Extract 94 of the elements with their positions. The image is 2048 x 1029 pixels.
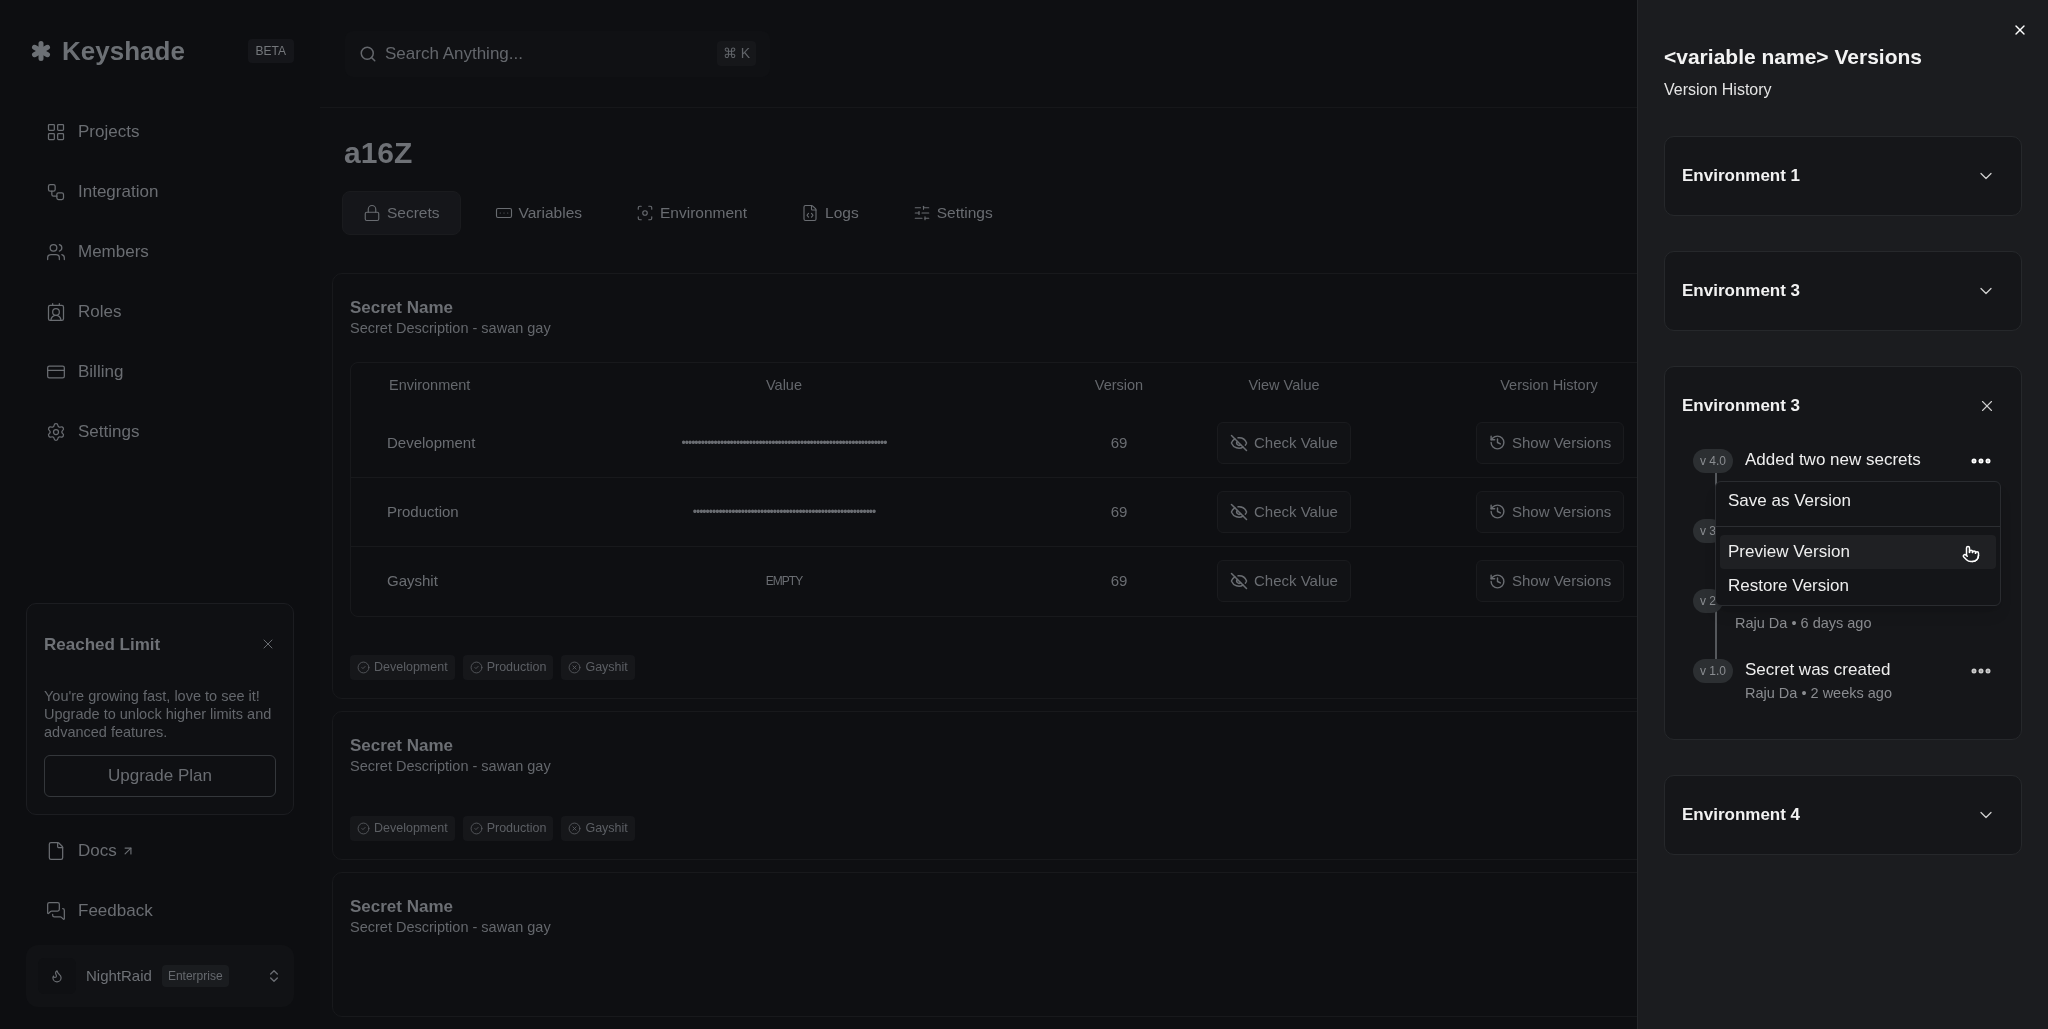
secret-name: Secret Name (350, 896, 454, 917)
eye-off-icon (1230, 502, 1249, 521)
nav-item[interactable]: Settings (26, 402, 294, 462)
accordion-header[interactable]: Environment 3 (1665, 252, 2021, 330)
sliders-icon (912, 204, 931, 222)
limit-title: Reached Limit (44, 633, 161, 656)
workspace-name: NightRaid (86, 965, 152, 986)
accordion-header[interactable]: Environment 3 (1665, 367, 2021, 445)
sheet-subtitle: Version History (1664, 80, 1773, 100)
tab[interactable]: Logs (781, 191, 879, 235)
flame-icon (50, 969, 64, 983)
version-title: Secret was created (1745, 659, 1892, 681)
table-cell-text: EMPTY (765, 573, 803, 591)
table-cell-text: 69 (1110, 571, 1128, 591)
version-meta: Raju Da • 2 weeks ago (1745, 684, 1893, 703)
nav-item[interactable]: Projects (26, 102, 294, 162)
secret-description: Secret Description - sawan gay (350, 756, 552, 776)
menu-item[interactable]: Restore Version (1720, 569, 1996, 603)
upgrade-plan-button[interactable]: Upgrade Plan (44, 755, 276, 797)
workflow-icon (46, 182, 66, 202)
environment-name: Environment 3 (1682, 280, 1801, 303)
environment-tag: Gayshit (561, 654, 635, 680)
environment-icon (636, 204, 655, 222)
settings-icon (46, 422, 66, 442)
environment-tag: Production (462, 815, 554, 841)
table-cell-text: Gayshit (386, 571, 439, 591)
history-icon (1489, 572, 1506, 590)
menu-item[interactable]: Preview Version (1720, 535, 1996, 569)
tab[interactable]: Secrets (342, 191, 461, 235)
nav-item[interactable]: Members (26, 222, 294, 282)
app-logo: Keyshade (62, 34, 185, 68)
sheet-title: <variable name> Versions (1664, 44, 1923, 70)
eye-off-icon (1230, 572, 1249, 591)
tab[interactable]: Settings (892, 191, 1013, 235)
environment-tag: Production (462, 654, 554, 680)
nav-item[interactable]: Integration (26, 162, 294, 222)
check-value-button[interactable]: Check Value (1217, 490, 1351, 533)
environment-name: Environment 3 (1682, 395, 1801, 418)
history-icon (1489, 434, 1506, 452)
tab[interactable]: Variables (474, 191, 603, 235)
show-versions-button[interactable]: Show Versions (1476, 560, 1625, 603)
nav-item[interactable]: Billing (26, 342, 294, 402)
grid-icon (46, 122, 66, 142)
environment-name: Environment 4 (1682, 804, 1801, 827)
show-versions-button[interactable]: Show Versions (1476, 421, 1625, 464)
table-cell-text: 69 (1110, 432, 1128, 453)
chat-icon (46, 901, 66, 921)
search-placeholder: Search Anything... (385, 42, 524, 65)
show-versions-button[interactable]: Show Versions (1476, 490, 1625, 533)
secret-name: Secret Name (350, 298, 454, 318)
workspace-switcher[interactable]: NightRaid Enterprise (26, 945, 294, 1007)
user-badge-icon (46, 302, 66, 322)
hand-cursor-icon (1962, 545, 1980, 563)
history-icon (1489, 503, 1506, 521)
environment-name: Environment 1 (1682, 165, 1801, 188)
nav-item[interactable]: Docs (26, 821, 294, 881)
table-cell-text: Development (386, 432, 477, 453)
table-cell-text: Production (386, 501, 460, 522)
version-title: Added two new secrets (1745, 449, 1922, 471)
version-badge: v 1.0 (1693, 659, 1733, 683)
column-header: Environment (388, 375, 472, 395)
version-meta: Raju Da • 6 days ago (1735, 614, 1873, 633)
plan-label: Enterprise (161, 965, 229, 987)
menu-item[interactable]: Save as Version (1720, 484, 1996, 518)
nav-item[interactable]: Roles (26, 282, 294, 342)
tab[interactable]: Environment (616, 191, 768, 235)
users-icon (46, 242, 66, 262)
nav-item[interactable]: Feedback (26, 881, 294, 941)
accordion-header[interactable]: Environment 1 (1665, 137, 2021, 215)
column-header: Value (766, 375, 802, 395)
table-cell-text: ••••••••••••••••••••••••••••••••••••••••••••••••••••••••• (692, 503, 876, 521)
check-value-button[interactable]: Check Value (1217, 421, 1351, 464)
eye-off-icon (1230, 433, 1249, 452)
table-cell-text: 69 (1110, 501, 1128, 522)
secret-description: Secret Description - sawan gay (350, 319, 552, 338)
secret-description: Secret Description - sawan gay (350, 917, 552, 937)
shortcut-key: ⌘ K (716, 41, 756, 66)
lock-icon (363, 204, 381, 222)
secret-name: Secret Name (350, 735, 454, 756)
environment-tag: Development (350, 815, 455, 841)
limit-message: You're growing fast, love to see it! Upgrade to unlock higher limits and advanced features. (44, 687, 273, 741)
table-cell-text: •••••••••••••••••••••••••••••••••••••••••••••••••••••••••••••••• (681, 434, 887, 452)
column-header: Version History (1500, 375, 1598, 395)
document-icon (46, 841, 66, 861)
accordion-header[interactable]: Environment 4 (1665, 776, 2021, 854)
column-header: Version (1094, 375, 1144, 395)
check-value-button[interactable]: Check Value (1217, 560, 1351, 603)
search-icon (359, 44, 377, 63)
beta-label: BETA (247, 39, 294, 63)
environment-tag: Gayshit (561, 815, 635, 841)
version-badge: v 4.0 (1693, 449, 1733, 473)
file-code-icon (801, 204, 820, 222)
column-header: View Value (1248, 375, 1320, 395)
environment-tag: Development (350, 654, 455, 680)
